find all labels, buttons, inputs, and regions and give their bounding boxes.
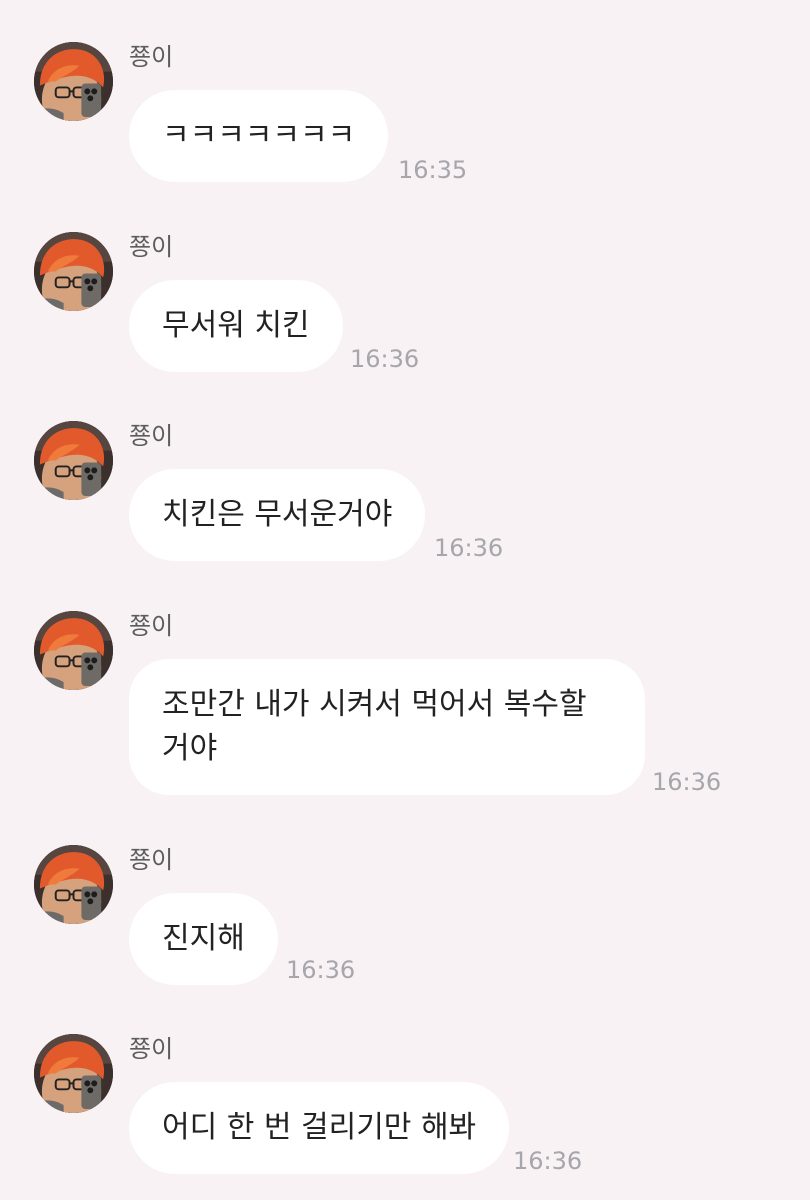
message-timestamp: 16:36 bbox=[652, 768, 722, 796]
sender-avatar-icon[interactable] bbox=[34, 232, 113, 311]
sender-avatar-icon[interactable] bbox=[34, 1034, 113, 1113]
message-bubble[interactable]: 어디 한 번 걸리기만 해봐 bbox=[129, 1082, 510, 1174]
message-timestamp: 16:36 bbox=[350, 345, 420, 373]
message-bubble[interactable]: 조만간 내가 시켜서 먹어서 복수할거야 bbox=[129, 659, 645, 795]
message-timestamp: 16:36 bbox=[513, 1147, 583, 1175]
sender-avatar-icon[interactable] bbox=[34, 611, 113, 690]
message-bubble[interactable]: 무서워 치킨 bbox=[129, 280, 343, 372]
sender-name: 쭁이 bbox=[129, 233, 174, 261]
message-timestamp: 16:36 bbox=[434, 534, 504, 562]
sender-name: 쭁이 bbox=[129, 612, 174, 640]
chat-message-list[interactable]: 쭁이 ㅋㅋㅋㅋㅋㅋㅋ 16:35 쭁이 무서워 치킨 16:36 쭁이 치킨은 … bbox=[0, 0, 810, 1200]
sender-name: 쭁이 bbox=[129, 422, 174, 450]
sender-avatar-icon[interactable] bbox=[34, 421, 113, 500]
message-bubble[interactable]: ㅋㅋㅋㅋㅋㅋㅋ bbox=[129, 90, 389, 182]
sender-name: 쭁이 bbox=[129, 1035, 174, 1063]
sender-avatar-icon[interactable] bbox=[34, 42, 113, 121]
message-timestamp: 16:35 bbox=[398, 156, 468, 184]
message-bubble[interactable]: 치킨은 무서운거야 bbox=[129, 469, 426, 561]
sender-name: 쭁이 bbox=[129, 846, 174, 874]
message-bubble[interactable]: 진지해 bbox=[129, 893, 278, 985]
sender-avatar-icon[interactable] bbox=[34, 845, 113, 924]
sender-name: 쭁이 bbox=[129, 43, 174, 71]
message-timestamp: 16:36 bbox=[286, 956, 356, 984]
